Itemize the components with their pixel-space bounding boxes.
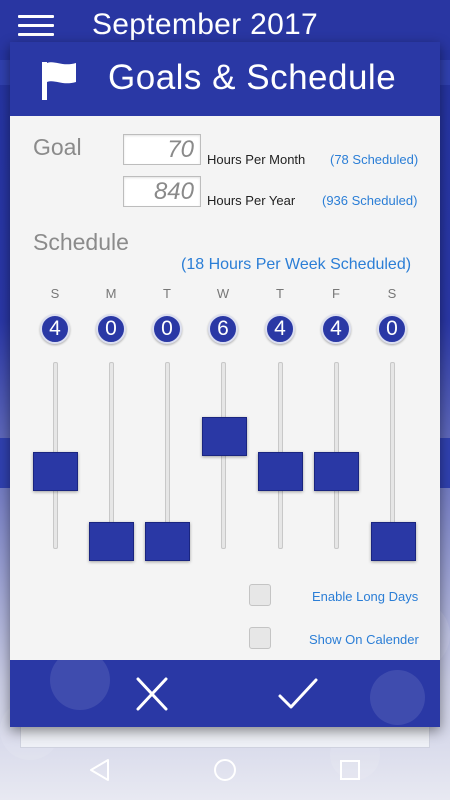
slider-track-tue: [165, 362, 170, 549]
day-hours-badge-thu: 4: [265, 314, 295, 344]
hours-per-year-label: Hours Per Year: [207, 193, 296, 208]
dialog-header: Goals & Schedule: [10, 42, 440, 116]
hours-per-year-input[interactable]: 840: [123, 176, 201, 207]
enable-long-days-checkbox[interactable]: [249, 584, 271, 606]
slider-thumb-tue[interactable]: [145, 522, 190, 561]
goals-schedule-dialog: Goals & Schedule Goal 70 Hours Per Month…: [10, 42, 440, 727]
day-hours-badge-fri: 4: [321, 314, 351, 344]
day-hours-badge-tue: 0: [152, 314, 182, 344]
dialog-footer: [10, 660, 440, 727]
day-letter-tue: T: [163, 286, 171, 301]
dialog-title: Goals & Schedule: [108, 58, 397, 97]
day-letter-fri: F: [332, 286, 340, 301]
day-hours-badge-sun: 4: [40, 314, 70, 344]
schedule-label: Schedule: [33, 229, 129, 255]
goal-label: Goal: [33, 134, 82, 160]
enable-long-days-label[interactable]: Enable Long Days: [312, 589, 418, 604]
show-on-calendar-label[interactable]: Show On Calender: [309, 632, 419, 647]
close-icon[interactable]: [130, 674, 174, 714]
hours-per-month-label: Hours Per Month: [207, 152, 306, 167]
background-bokeh: [50, 660, 110, 710]
hours-per-month-input[interactable]: 70: [123, 134, 201, 165]
day-letter-sat: S: [387, 286, 397, 301]
home-circle-icon[interactable]: [211, 756, 239, 784]
slider-thumb-thu[interactable]: [258, 452, 303, 491]
slider-track-sat: [390, 362, 395, 549]
show-on-calendar-checkbox[interactable]: [249, 627, 271, 649]
year-scheduled-text: (936 Scheduled): [322, 193, 418, 208]
day-letter-sun: S: [50, 286, 60, 301]
background-bokeh: [370, 670, 425, 725]
slider-thumb-sun[interactable]: [33, 452, 78, 491]
hamburger-icon[interactable]: [18, 15, 54, 37]
day-letter-thu: T: [276, 286, 284, 301]
back-triangle-icon[interactable]: [86, 756, 114, 784]
slider-thumb-sat[interactable]: [371, 522, 416, 561]
slider-thumb-mon[interactable]: [89, 522, 134, 561]
day-letter-mon: M: [105, 286, 117, 301]
slider-thumb-fri[interactable]: [314, 452, 359, 491]
slider-thumb-wed[interactable]: [202, 417, 247, 456]
day-hours-badge-wed: 6: [208, 314, 238, 344]
recents-square-icon[interactable]: [336, 756, 364, 784]
week-scheduled-text: (18 Hours Per Week Scheduled): [181, 256, 412, 273]
system-nav-bar: [0, 740, 450, 800]
month-scheduled-text: (78 Scheduled): [330, 152, 419, 167]
day-letter-wed: W: [216, 286, 230, 301]
flag-icon: [42, 62, 76, 100]
month-title: September 2017: [92, 8, 319, 41]
check-icon[interactable]: [276, 674, 320, 714]
day-hours-badge-mon: 0: [96, 314, 126, 344]
slider-track-mon: [109, 362, 114, 549]
day-hours-badge-sat: 0: [377, 314, 407, 344]
